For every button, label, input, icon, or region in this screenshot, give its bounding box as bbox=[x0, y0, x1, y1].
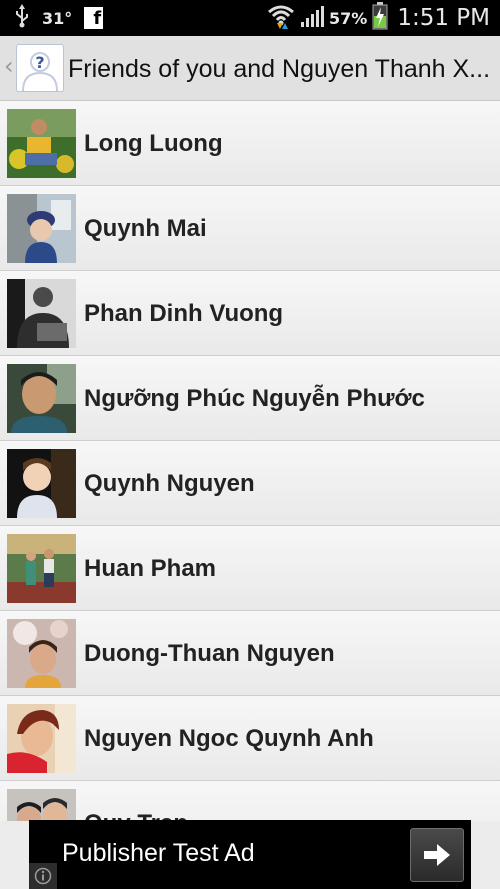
friends-list: Long Luong Quynh Mai Phan Dinh Vuong Ngư… bbox=[0, 101, 500, 821]
friend-name: Quynh Mai bbox=[84, 215, 207, 242]
friend-avatar bbox=[7, 449, 76, 518]
clock: 1:51 PM bbox=[397, 5, 490, 31]
friend-avatar bbox=[7, 279, 76, 348]
wifi-icon bbox=[267, 3, 295, 34]
status-bar-left: 31° f bbox=[14, 0, 104, 36]
page-title: Friends of you and Nguyen Thanh X... bbox=[68, 55, 488, 83]
ad-text: Publisher Test Ad bbox=[62, 839, 255, 867]
friend-row[interactable]: Duong-Thuan Nguyen bbox=[0, 611, 500, 696]
arrow-right-icon[interactable] bbox=[410, 828, 464, 882]
signal-icon bbox=[300, 4, 325, 33]
unknown-person-icon[interactable]: ? bbox=[16, 44, 64, 92]
friend-avatar bbox=[7, 789, 76, 821]
header-bar: ‹ ? Friends of you and Nguyen Thanh X... bbox=[0, 36, 500, 101]
friend-name: Nguyen Ngoc Quynh Anh bbox=[84, 725, 374, 752]
friend-row[interactable]: Quynh Mai bbox=[0, 186, 500, 271]
friend-row[interactable]: Nguyen Ngoc Quynh Anh bbox=[0, 696, 500, 781]
svg-text:?: ? bbox=[35, 53, 44, 72]
ad-banner[interactable]: Publisher Test Ad bbox=[29, 820, 471, 889]
friend-name: Long Luong bbox=[84, 130, 223, 157]
battery-percent: 57% bbox=[329, 8, 368, 28]
friend-name: Quy Tran bbox=[84, 781, 188, 821]
friend-avatar bbox=[7, 109, 76, 178]
status-bar: 31° f 57% 1:51 PM bbox=[0, 0, 500, 36]
friend-name: Phan Dinh Vuong bbox=[84, 300, 284, 327]
friend-avatar bbox=[7, 704, 76, 773]
friend-row[interactable]: Quynh Nguyen bbox=[0, 441, 500, 526]
friend-row[interactable]: Phan Dinh Vuong bbox=[0, 271, 500, 356]
status-bar-right: 57% 1:51 PM bbox=[267, 0, 490, 36]
friend-name: Ngưỡng Phúc Nguyễn Phước bbox=[84, 385, 425, 412]
friend-row[interactable]: Ngưỡng Phúc Nguyễn Phước bbox=[0, 356, 500, 441]
facebook-icon: f bbox=[84, 7, 104, 29]
temperature-text: 31° bbox=[42, 8, 73, 28]
friend-row[interactable]: Long Luong bbox=[0, 101, 500, 186]
chevron-left-icon[interactable]: ‹ bbox=[4, 54, 14, 78]
friend-avatar bbox=[7, 364, 76, 433]
friend-row[interactable]: Huan Pham bbox=[0, 526, 500, 611]
friend-name: Huan Pham bbox=[84, 555, 217, 582]
friend-avatar bbox=[7, 534, 76, 603]
friend-row[interactable]: Quy Tran bbox=[0, 781, 500, 821]
usb-icon bbox=[14, 3, 30, 33]
friend-name: Quynh Nguyen bbox=[84, 470, 255, 497]
info-icon[interactable] bbox=[29, 863, 57, 889]
battery-charging-icon bbox=[372, 1, 388, 35]
friend-avatar bbox=[7, 619, 76, 688]
friend-name: Duong-Thuan Nguyen bbox=[84, 640, 335, 667]
friend-avatar bbox=[7, 194, 76, 263]
